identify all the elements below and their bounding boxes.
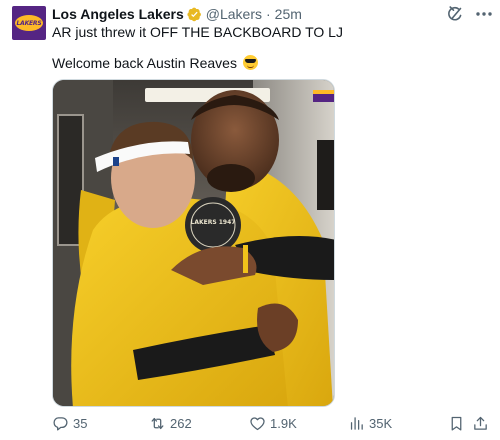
bookmark-icon [451, 416, 462, 431]
reply-icon [53, 416, 68, 431]
tweet-header: Los Angeles Lakers @Lakers · 25m [52, 6, 302, 22]
share-icon [474, 416, 487, 430]
reply-button[interactable]: 35 [52, 412, 87, 434]
reply-count: 35 [73, 415, 88, 431]
bookmark-button[interactable] [448, 412, 469, 434]
photo-illustration: LAKERS 1947 [53, 80, 334, 406]
views-button[interactable]: 35K [348, 412, 392, 434]
tweet-text-line-2-label: Welcome back Austin Reaves [52, 55, 237, 71]
tweet-photo[interactable]: LAKERS 1947 [52, 79, 335, 407]
separator-dot: · [266, 6, 271, 22]
verified-badge-icon[interactable] [187, 7, 202, 22]
sunglasses-emoji-icon [242, 55, 258, 70]
tweet-text-line-2: Welcome back Austin Reaves [52, 55, 258, 71]
views-icon [350, 416, 363, 430]
shirt-print: LAKERS 1947 [191, 219, 236, 226]
repost-button[interactable]: 262 [149, 412, 192, 434]
more-options-icon[interactable] [474, 4, 494, 24]
lakers-logo: LAKERS [15, 15, 43, 31]
tweet-card[interactable]: LAKERS Los Angeles Lakers @Lakers · 25m … [0, 0, 500, 440]
grok-icon[interactable] [446, 4, 466, 24]
handle[interactable]: @Lakers [206, 6, 262, 22]
action-bar: 35 262 1.9K 35K [52, 412, 492, 434]
display-name[interactable]: Los Angeles Lakers [52, 6, 184, 22]
timestamp[interactable]: 25m [275, 6, 302, 22]
repost-icon [151, 417, 164, 429]
like-button[interactable]: 1.9K [249, 412, 297, 434]
share-button[interactable] [472, 412, 493, 434]
views-count: 35K [369, 415, 393, 431]
repost-count: 262 [170, 415, 192, 431]
avatar[interactable]: LAKERS [12, 6, 46, 40]
like-count: 1.9K [270, 415, 297, 431]
logo-text: LAKERS [16, 19, 42, 27]
tweet-text-line-1: AR just threw it OFF THE BACKBOARD TO LJ [52, 24, 343, 40]
heart-icon [250, 416, 265, 430]
